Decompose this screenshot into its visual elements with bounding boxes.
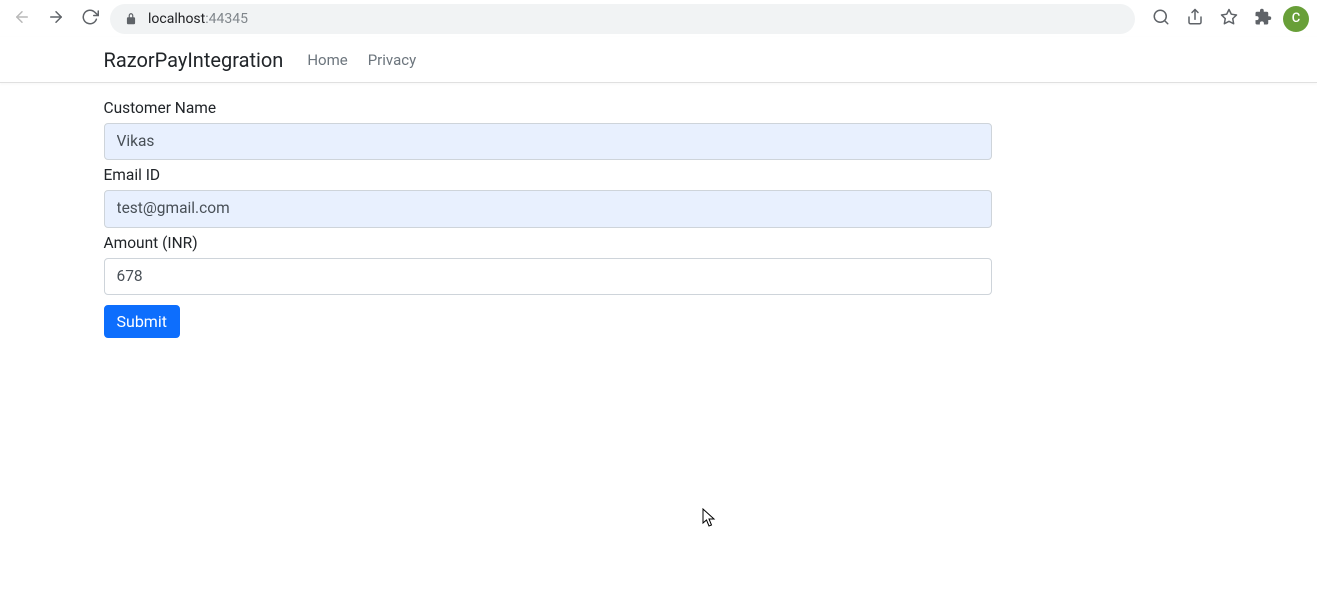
puzzle-icon (1254, 8, 1272, 29)
profile-avatar[interactable]: C (1283, 6, 1309, 32)
share-button[interactable] (1181, 5, 1209, 33)
avatar-initial: C (1292, 11, 1301, 26)
mouse-cursor-icon (702, 508, 718, 534)
submit-button[interactable]: Submit (104, 305, 180, 338)
amount-input[interactable] (104, 258, 992, 295)
payment-form: Customer Name Email ID Amount (INR) Subm… (104, 99, 1214, 338)
reload-icon (81, 8, 99, 29)
customer-name-label: Customer Name (104, 99, 1214, 117)
customer-name-input[interactable] (104, 123, 992, 160)
browser-toolbar: localhost:44345 C (0, 0, 1317, 37)
app-navbar: RazorPayIntegration Home Privacy (0, 37, 1317, 83)
star-icon (1220, 8, 1238, 29)
url-port: :44345 (205, 11, 248, 27)
zoom-icon (1152, 8, 1170, 29)
lock-icon (124, 12, 138, 26)
nav-link-home[interactable]: Home (299, 43, 355, 77)
navbar-brand[interactable]: RazorPayIntegration (104, 48, 284, 72)
address-bar[interactable]: localhost:44345 (110, 4, 1135, 34)
back-button[interactable] (8, 5, 36, 33)
email-label: Email ID (104, 166, 1214, 184)
url-host: localhost (148, 11, 205, 27)
extensions-button[interactable] (1249, 5, 1277, 33)
bookmark-button[interactable] (1215, 5, 1243, 33)
reload-button[interactable] (76, 5, 104, 33)
share-icon (1186, 8, 1204, 29)
forward-button[interactable] (42, 5, 70, 33)
main-content: Customer Name Email ID Amount (INR) Subm… (89, 83, 1229, 354)
browser-toolbar-right: C (1147, 5, 1309, 33)
amount-label: Amount (INR) (104, 234, 1214, 252)
url-text: localhost:44345 (148, 11, 248, 27)
arrow-right-icon (47, 8, 65, 29)
email-input[interactable] (104, 190, 992, 227)
nav-link-privacy[interactable]: Privacy (360, 43, 424, 77)
zoom-button[interactable] (1147, 5, 1175, 33)
arrow-left-icon (13, 8, 31, 29)
